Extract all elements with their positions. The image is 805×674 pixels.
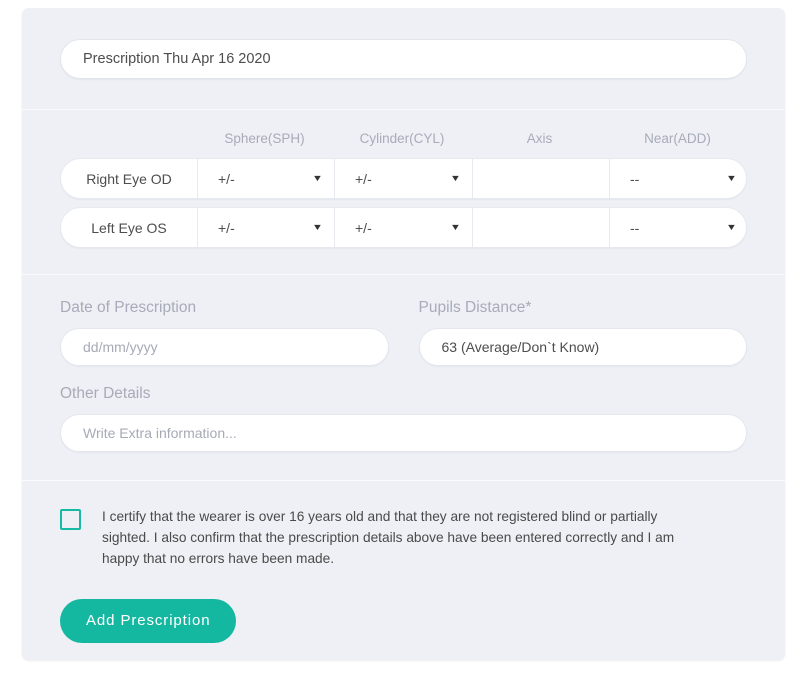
left-eye-label: Left Eye OS [91, 219, 167, 236]
prescription-table-section: Sphere(SPH) Cylinder(CYL) Axis Near(ADD)… [22, 110, 785, 274]
pupils-distance-label: Pupils Distance* [418, 299, 532, 316]
table-row: Right Eye OD +/- ▼ +/- ▼ -- ▼ [60, 158, 747, 199]
other-details-input[interactable] [60, 414, 747, 452]
right-eye-cylinder-select[interactable]: +/- ▼ [334, 159, 472, 198]
certify-section: I certify that the wearer is over 16 yea… [22, 481, 785, 673]
chevron-down-icon: ▼ [311, 222, 324, 232]
prescription-name-input[interactable] [60, 39, 747, 79]
chevron-down-icon: ▼ [449, 173, 462, 183]
chevron-down-icon: ▼ [449, 222, 462, 232]
header-near: Near(ADD) [644, 130, 711, 146]
date-of-prescription-field: Date of Prescription [60, 299, 389, 366]
date-of-prescription-input[interactable] [60, 328, 389, 366]
header-cylinder: Cylinder(CYL) [359, 130, 445, 146]
left-eye-cylinder-value: +/- [355, 219, 372, 236]
right-eye-label: Right Eye OD [86, 170, 172, 187]
other-details-label: Other Details [60, 385, 151, 402]
pupils-distance-field: Pupils Distance* [418, 299, 747, 366]
left-eye-near-value: -- [630, 219, 640, 236]
prescription-details-section: Date of Prescription Pupils Distance* Ot… [22, 275, 785, 480]
details-field-row: Date of Prescription Pupils Distance* [60, 299, 747, 366]
right-eye-sphere-select[interactable]: +/- ▼ [197, 159, 334, 198]
pupils-distance-input[interactable] [418, 328, 747, 366]
left-eye-cylinder-select[interactable]: +/- ▼ [334, 208, 472, 247]
header-sphere: Sphere(SPH) [224, 130, 305, 146]
table-row: Left Eye OS +/- ▼ +/- ▼ -- ▼ [60, 207, 747, 248]
right-eye-near-value: -- [630, 170, 640, 187]
certify-row: I certify that the wearer is over 16 yea… [60, 506, 747, 569]
header-axis: Axis [526, 130, 553, 146]
other-details-field: Other Details [60, 385, 747, 452]
prescription-card: Sphere(SPH) Cylinder(CYL) Axis Near(ADD)… [22, 8, 785, 660]
chevron-down-icon: ▼ [725, 222, 738, 232]
right-eye-cylinder-value: +/- [355, 170, 372, 187]
page-root: Sphere(SPH) Cylinder(CYL) Axis Near(ADD)… [0, 0, 805, 674]
left-eye-near-select[interactable]: -- ▼ [609, 208, 746, 247]
left-eye-axis-cell [472, 208, 609, 247]
right-eye-axis-cell [472, 159, 609, 198]
certify-checkbox[interactable] [60, 509, 81, 530]
right-eye-sphere-value: +/- [218, 170, 235, 187]
prescription-title-section [22, 8, 785, 109]
certify-text: I certify that the wearer is over 16 yea… [102, 509, 675, 566]
submit-button-wrap: Add Prescription [60, 569, 747, 643]
left-eye-axis-input[interactable] [487, 218, 595, 237]
table-header-row: Sphere(SPH) Cylinder(CYL) Axis Near(ADD) [60, 110, 747, 158]
chevron-down-icon: ▼ [311, 173, 324, 183]
date-of-prescription-label: Date of Prescription [60, 299, 197, 316]
right-eye-near-select[interactable]: -- ▼ [609, 159, 746, 198]
left-eye-sphere-value: +/- [218, 219, 235, 236]
left-eye-sphere-select[interactable]: +/- ▼ [197, 208, 334, 247]
add-prescription-button[interactable]: Add Prescription [60, 599, 237, 643]
chevron-down-icon: ▼ [725, 173, 738, 183]
right-eye-axis-input[interactable] [487, 169, 595, 188]
